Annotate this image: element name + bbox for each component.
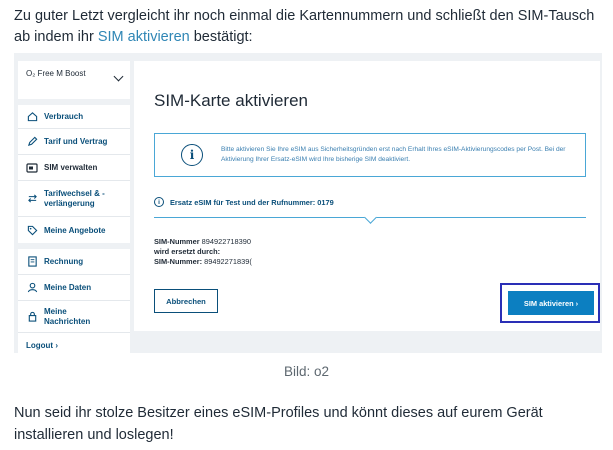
info-box: i Bitte aktivieren Sie Ihre eSIM aus Sic… [154,133,586,177]
intro-paragraph: Zu guter Letzt vergleicht ihr noch einma… [14,8,595,45]
esim-label: Ersatz eSIM für Test und der Rufnummer: … [170,197,334,207]
tag-icon [26,224,38,236]
sim-aktivieren-link[interactable]: SIM aktivieren [98,29,190,45]
image-caption: Bild: o2 [283,364,330,379]
info-icon: i [181,144,203,166]
sim-number-label-new: SIM-Nummer: [154,257,203,266]
sidebar: O₂ Free M Boost Verbrauch Tarif und Vert… [18,61,130,358]
user-icon [26,282,38,294]
esim-expander[interactable]: i Ersatz eSIM für Test und der Rufnummer… [154,197,334,207]
sidebar-item-tarifwechsel[interactable]: Tarifwechsel & -verlängerung [18,181,130,217]
home-icon [26,111,38,123]
sidebar-item-sim-verwalten[interactable]: SIM verwalten [18,155,130,181]
sim-number-label: SIM-Nummer [154,237,200,246]
chevron-notch [364,211,377,224]
page-title: SIM-Karte aktivieren [154,91,308,110]
sim-activate-button[interactable]: SIM aktivieren › [508,291,594,315]
logout-link[interactable]: Logout › [18,333,130,358]
lock-icon [26,311,38,323]
sim-details: SIM-Nummer 894922718390 wird ersetzt dur… [154,237,252,267]
sidebar-item-nachrichten[interactable]: Meine Nachrichten [18,301,130,333]
sidebar-item-verbrauch[interactable]: Verbrauch [18,105,130,129]
sim-activation-card: SIM-Karte aktivieren i Bitte aktivieren … [134,61,600,331]
contract-name: O₂ Free M Boost [26,69,86,78]
sim-number-old: 894922718390 [201,237,251,246]
sidebar-item-rechnung[interactable]: Rechnung [18,249,130,275]
info-small-icon: i [154,197,164,207]
swap-icon [26,193,38,205]
sidebar-menu: Verbrauch Tarif und Vertrag SIM verwalte… [18,105,130,333]
sim-card-icon [26,162,38,174]
cancel-button[interactable]: Abbrechen [154,289,218,313]
replaced-by-label: wird ersetzt durch: [154,247,221,256]
screenshot-figure: O₂ Free M Boost Verbrauch Tarif und Vert… [14,53,602,358]
info-text: Bitte aktivieren Sie Ihre eSIM aus Siche… [221,146,566,163]
chevron-down-icon [113,71,124,82]
outro-paragraph: Nun seid ihr stolze Besitzer eines eSIM-… [14,405,543,443]
contract-selector[interactable]: O₂ Free M Boost [18,61,130,99]
sidebar-item-meine-daten[interactable]: Meine Daten [18,275,130,301]
sim-number-new: 89492271839( [204,257,252,266]
sidebar-item-angebote[interactable]: Meine Angebote [18,217,130,243]
pen-icon [26,136,38,148]
invoice-icon [26,256,38,268]
sidebar-item-tarif[interactable]: Tarif und Vertrag [18,129,130,155]
